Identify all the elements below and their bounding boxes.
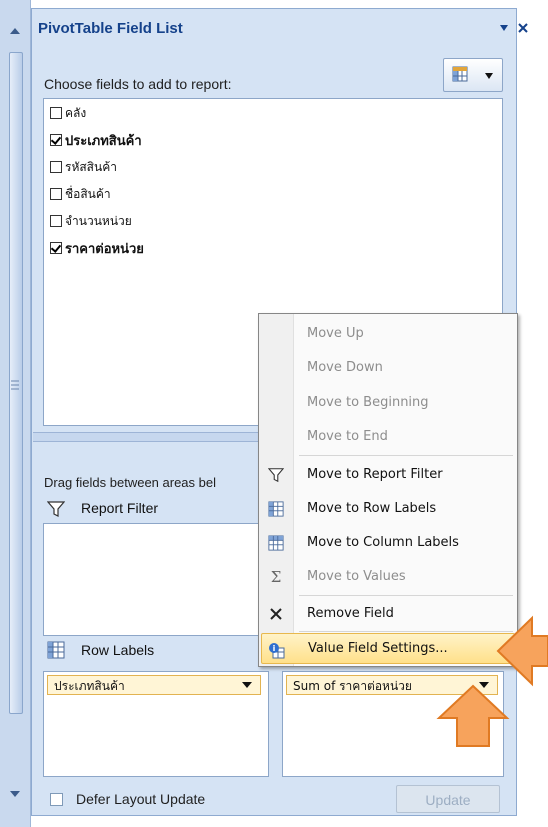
menu-separator bbox=[299, 595, 513, 596]
field-label: จำนวนหน่วย bbox=[65, 213, 132, 228]
field-checkbox[interactable] bbox=[50, 242, 62, 254]
report-filter-area[interactable] bbox=[43, 523, 269, 636]
defer-layout-checkbox[interactable] bbox=[50, 793, 63, 806]
column-labels-icon bbox=[267, 534, 285, 552]
menu-item-label: Move to Column Labels bbox=[307, 535, 459, 550]
field-checkbox[interactable] bbox=[50, 215, 62, 227]
update-button-label: Update bbox=[425, 792, 471, 808]
menu-item-move-to-end[interactable]: Move to End bbox=[259, 420, 517, 454]
field-item[interactable]: รหัสสินค้า bbox=[50, 158, 117, 176]
menu-item-label: Move to Beginning bbox=[307, 395, 429, 410]
menu-item-move-to-values[interactable]: Σ Move to Values bbox=[259, 560, 517, 594]
menu-item-move-to-report-filter[interactable]: Move to Report Filter bbox=[259, 458, 517, 492]
defer-layout-label: Defer Layout Update bbox=[76, 791, 206, 807]
close-icon[interactable] bbox=[517, 22, 529, 34]
menu-item-move-to-column-labels[interactable]: Move to Column Labels bbox=[259, 526, 517, 560]
scrollbar-grip-icon bbox=[11, 380, 19, 390]
field-item[interactable]: จำนวนหน่วย bbox=[50, 212, 132, 230]
field-item[interactable]: ชื่อสินค้า bbox=[50, 185, 111, 203]
menu-item-label: Move Down bbox=[307, 360, 383, 375]
remove-icon bbox=[267, 605, 285, 623]
menu-item-label: Move to Values bbox=[307, 569, 406, 584]
filter-icon bbox=[47, 501, 65, 517]
chevron-down-icon bbox=[485, 73, 493, 79]
menu-item-move-down[interactable]: Move Down bbox=[259, 351, 517, 385]
sigma-icon: Σ bbox=[270, 568, 282, 586]
field-label: รหัสสินค้า bbox=[65, 159, 117, 174]
callout-arrow-up-icon bbox=[436, 684, 510, 747]
menu-item-label: Value Field Settings... bbox=[308, 641, 448, 656]
field-checkbox[interactable] bbox=[50, 134, 62, 146]
field-label: ราคาต่อหน่วย bbox=[65, 241, 144, 257]
row-labels-label: Row Labels bbox=[81, 642, 155, 658]
field-label: ชื่อสินค้า bbox=[65, 186, 111, 201]
field-checkbox[interactable] bbox=[50, 188, 62, 200]
menu-item-move-up[interactable]: Move Up bbox=[259, 317, 517, 351]
pane-title: PivotTable Field List bbox=[38, 20, 183, 37]
row-labels-icon bbox=[47, 641, 65, 659]
field-item[interactable]: ประเภทสินค้า bbox=[50, 131, 142, 149]
context-menu: Move Up Move Down Move to Beginning Move… bbox=[258, 313, 518, 667]
filter-icon bbox=[267, 466, 285, 484]
field-label: คลัง bbox=[65, 105, 87, 120]
field-checkbox[interactable] bbox=[50, 161, 62, 173]
field-item[interactable]: คลัง bbox=[50, 104, 86, 122]
chevron-down-icon[interactable] bbox=[242, 682, 252, 688]
scroll-down-arrow-icon[interactable] bbox=[6, 785, 24, 803]
menu-item-move-to-row-labels[interactable]: Move to Row Labels bbox=[259, 492, 517, 526]
menu-separator bbox=[299, 631, 513, 632]
menu-item-label: Remove Field bbox=[307, 606, 394, 621]
menu-item-label: Move Up bbox=[307, 326, 364, 341]
drag-fields-label: Drag fields between areas bel bbox=[44, 475, 216, 490]
menu-separator bbox=[299, 455, 513, 456]
menu-item-remove-field[interactable]: Remove Field bbox=[259, 597, 517, 631]
row-labels-icon bbox=[267, 500, 285, 518]
field-checkbox[interactable] bbox=[50, 107, 62, 119]
menu-item-label: Move to Report Filter bbox=[307, 467, 443, 482]
report-filter-label: Report Filter bbox=[81, 500, 159, 516]
menu-item-move-to-beginning[interactable]: Move to Beginning bbox=[259, 386, 517, 420]
scroll-up-arrow-icon[interactable] bbox=[6, 22, 24, 40]
row-field-button[interactable]: ประเภทสินค้า bbox=[47, 675, 261, 695]
menu-item-label: Move to End bbox=[307, 429, 388, 444]
choose-fields-label: Choose fields to add to report: bbox=[44, 76, 232, 92]
update-button[interactable]: Update bbox=[396, 785, 500, 813]
field-list-layout-button[interactable] bbox=[443, 58, 503, 92]
row-field-label: ประเภทสินค้า bbox=[54, 679, 125, 693]
value-field-label: Sum of ราคาต่อหน่วย bbox=[293, 679, 412, 693]
pane-title-bar: PivotTable Field List bbox=[31, 8, 528, 42]
svg-text:i: i bbox=[273, 644, 276, 653]
layout-icon bbox=[452, 66, 468, 82]
pane-options-dropdown-icon[interactable] bbox=[499, 24, 509, 32]
callout-arrow-left-icon bbox=[496, 615, 548, 687]
field-item[interactable]: ราคาต่อหน่วย bbox=[50, 239, 144, 257]
menu-item-value-field-settings[interactable]: i Value Field Settings... bbox=[261, 633, 515, 664]
row-labels-area[interactable]: ประเภทสินค้า bbox=[43, 671, 269, 777]
field-label: ประเภทสินค้า bbox=[65, 133, 142, 149]
menu-item-label: Move to Row Labels bbox=[307, 501, 437, 516]
value-settings-icon: i bbox=[268, 642, 286, 660]
